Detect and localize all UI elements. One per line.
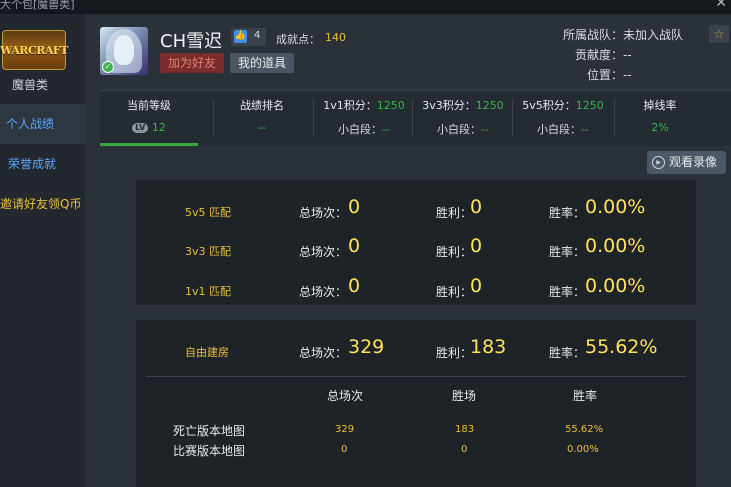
game-category: 魔兽类	[12, 78, 49, 92]
map-row-name: 死亡版本地图	[173, 424, 246, 438]
thumbs-up-icon: 👍	[234, 30, 247, 43]
score-3v3: 3v3积分：1250 小白段：--	[422, 99, 504, 136]
play-icon: ▶	[652, 156, 665, 169]
achievement-label: 成就点：	[276, 33, 320, 46]
tab-level[interactable]: 当前等级 LV 12	[100, 91, 198, 144]
position-info: 位置：--	[587, 68, 632, 82]
match-row: 5v5 匹配 总场次： 0 胜利： 0 胜率： 0.00%	[185, 196, 646, 220]
free-room-row: 自由建房 总场次： 329 胜利： 183 胜率： 55.62%	[185, 336, 658, 360]
sidebar-item-invite[interactable]: 邀请好友领Q币	[0, 184, 85, 224]
score-5v5: 5v5积分：1250 小白段：--	[522, 99, 604, 136]
map-row-rate: 0.00%	[567, 444, 599, 455]
map-row-total: 0	[341, 444, 348, 455]
avatar[interactable]: ✓	[100, 27, 148, 75]
match-row: 3v3 匹配 总场次： 0 胜利： 0 胜率： 0.00%	[185, 235, 646, 259]
active-tab-indicator	[100, 143, 198, 146]
level-value: 12	[151, 121, 166, 134]
map-row-rate: 55.62%	[565, 424, 604, 435]
ranking-column: 战绩排名 --	[214, 91, 310, 144]
sidebar: WARCRAFT 魔兽类 个人战绩 荣誉成就 邀请好友领Q币	[0, 14, 85, 487]
match-stats-panel: 5v5 匹配 总场次： 0 胜利： 0 胜率： 0.00% 3v3 匹配 总场次…	[136, 180, 696, 305]
warcraft-logo[interactable]: WARCRAFT	[0, 30, 68, 70]
score-1v1: 1v1积分：1250 小白段：--	[323, 99, 405, 136]
col-header-rate: 胜率	[573, 389, 598, 403]
verified-check-icon: ✓	[102, 61, 114, 73]
col-header-total: 总场次	[327, 389, 364, 403]
like-count: 4	[254, 30, 261, 41]
drop-rate: 掉线率 2%	[643, 99, 677, 134]
close-icon[interactable]: ✕	[715, 0, 727, 11]
like-button[interactable]: 👍 4	[231, 28, 266, 46]
map-row-wins: 183	[455, 424, 475, 435]
map-row-name: 比赛版本地图	[173, 444, 246, 458]
stats-summary: 当前等级 LV 12 战绩排名 -- 1v1积分：1250 小白段：-- 3v3…	[100, 90, 731, 146]
username: CH雪迟	[160, 31, 223, 52]
match-row: 1v1 匹配 总场次： 0 胜利： 0 胜率： 0.00%	[185, 275, 646, 299]
star-icon[interactable]: ☆	[709, 25, 729, 43]
contribution-info: 贡献度：--	[575, 48, 632, 62]
sidebar-item-personal-record[interactable]: 个人战绩	[0, 104, 85, 144]
ranking-value: --	[258, 121, 266, 134]
free-room-panel: 自由建房 总场次： 329 胜利： 183 胜率： 55.62% 总场次 胜场 …	[136, 320, 696, 487]
level-badge: LV	[132, 123, 149, 133]
team-info: 所属战队：未加入战队	[563, 28, 684, 42]
map-row-total: 329	[335, 424, 355, 435]
watch-replay-button[interactable]: ▶ 观看录像	[647, 151, 726, 174]
my-items-button[interactable]: 我的道具	[230, 53, 294, 73]
divider	[146, 376, 686, 377]
map-row-wins: 0	[461, 444, 468, 455]
sidebar-item-honor[interactable]: 荣誉成就	[0, 144, 85, 184]
achievement-value: 140	[325, 31, 346, 44]
add-friend-button[interactable]: 加为好友	[160, 53, 224, 73]
title-bar: 大个包[魔兽类] ✕	[0, 0, 731, 14]
window-title: 大个包[魔兽类]	[0, 0, 75, 11]
col-header-wins: 胜场	[452, 389, 477, 403]
